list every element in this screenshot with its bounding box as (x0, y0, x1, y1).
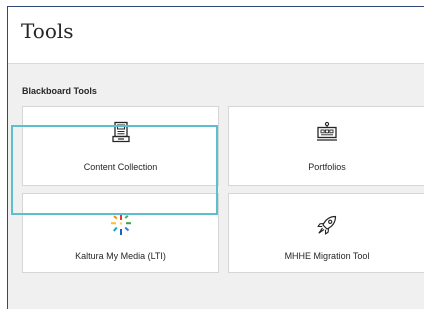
tile-label: Content Collection (83, 162, 158, 172)
tile-kaltura-my-media[interactable]: Kaltura My Media (LTI) (22, 193, 219, 273)
tile-portfolios[interactable]: Portfolios (228, 106, 424, 186)
tools-panel: Tools Blackboard Tools Content Collectio… (7, 6, 424, 309)
tile-content-collection[interactable]: Content Collection (22, 106, 219, 186)
tile-mhhe-migration-tool[interactable]: MHHE Migration Tool (228, 193, 424, 273)
archive-drawer-icon (110, 121, 132, 143)
tile-label: Kaltura My Media (LTI) (75, 251, 166, 261)
tile-label: Portfolios (308, 162, 346, 172)
kaltura-burst-icon (110, 214, 132, 236)
section-label: Blackboard Tools (22, 86, 97, 96)
tools-content: Blackboard Tools Content Collection Port… (8, 64, 424, 309)
portfolio-presentation-icon (316, 121, 338, 143)
page-title: Tools (21, 19, 74, 43)
rocket-icon (316, 214, 338, 236)
tile-label: MHHE Migration Tool (284, 251, 370, 261)
panel-header: Tools (8, 7, 424, 64)
